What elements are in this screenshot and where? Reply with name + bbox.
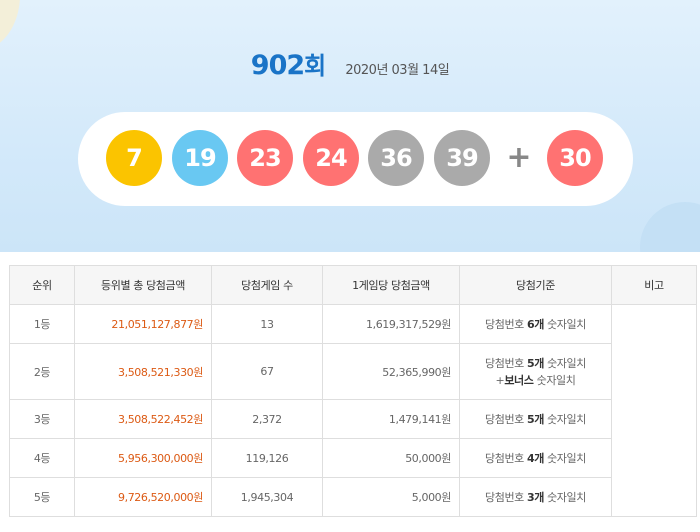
table-row: 1등 21,051,127,877원 13 1,619,317,529원 당첨번… — [9, 304, 697, 517]
table-header-row: 순위 등위별 총 당첨금액 당첨게임 수 1게임당 당첨금액 당첨기준 비고 — [9, 265, 697, 305]
prize-table: 순위 등위별 총 당첨금액 당첨게임 수 1게임당 당첨금액 당첨기준 비고 1… — [9, 265, 697, 517]
per-game-prize-cell: 5,000원 — [322, 477, 460, 517]
column-header: 순위 — [9, 265, 75, 305]
column-header: 비고 — [611, 265, 697, 305]
winners-cell: 1,945,304 — [211, 477, 323, 517]
rank-cell: 1등 — [9, 304, 75, 344]
total-prize-cell: 5,956,300,000원 — [74, 438, 212, 478]
winning-ball: 19 — [172, 130, 228, 186]
rank-cell: 3등 — [9, 399, 75, 439]
total-prize-cell: 21,051,127,877원 — [74, 304, 212, 344]
criteria-cell: 당첨번호 3개 숫자일치 — [459, 477, 612, 517]
per-game-prize-cell: 1,479,141원 — [322, 399, 460, 439]
bonus-ball: 30 — [547, 130, 603, 186]
column-header: 당첨게임 수 — [211, 265, 323, 305]
total-prize-cell: 3,508,522,452원 — [74, 399, 212, 439]
per-game-prize-cell: 50,000원 — [322, 438, 460, 478]
round-suffix: 회 — [304, 52, 327, 80]
table-row: 5등 9,726,520,000원 1,945,304 5,000원 당첨번호 … — [9, 477, 697, 517]
round-number: 902 — [250, 50, 305, 81]
per-game-prize-cell: 52,365,990원 — [322, 343, 460, 400]
draw-date: 2020년 03월 14일 — [345, 63, 450, 78]
table-row: 2등 3,508,521,330원 67 52,365,990원 당첨번호 5개… — [9, 343, 697, 400]
per-game-prize-cell: 1,619,317,529원 — [322, 304, 460, 344]
column-header: 등위별 총 당첨금액 — [74, 265, 212, 305]
draw-title: 902회 2020년 03월 14일 — [0, 46, 700, 81]
rank-cell: 2등 — [9, 343, 75, 400]
total-prize-cell: 9,726,520,000원 — [74, 477, 212, 517]
winning-ball: 39 — [434, 130, 490, 186]
winning-ball: 36 — [368, 130, 424, 186]
criteria-cell: 당첨번호 5개 숫자일치 — [459, 399, 612, 439]
winning-ball: 24 — [303, 130, 359, 186]
plus-icon: + — [506, 140, 532, 175]
winners-cell: 2,372 — [211, 399, 323, 439]
rank-cell: 4등 — [9, 438, 75, 478]
column-header: 당첨기준 — [459, 265, 612, 305]
winning-ball: 7 — [106, 130, 162, 186]
column-header: 1게임당 당첨금액 — [322, 265, 460, 305]
table-row: 3등 3,508,522,452원 2,372 1,479,141원 당첨번호 … — [9, 399, 697, 439]
draw-result-header: 902회 2020년 03월 14일 7 19 23 24 36 39 + 30 — [0, 0, 700, 252]
winning-ball: 23 — [237, 130, 293, 186]
winning-numbers-panel: 7 19 23 24 36 39 + 30 — [78, 112, 633, 206]
note-cell — [611, 304, 697, 517]
criteria-cell: 당첨번호 5개 숫자일치 +보너스 숫자일치 — [459, 343, 612, 400]
total-prize-cell: 3,508,521,330원 — [74, 343, 212, 400]
rank-cell: 5등 — [9, 477, 75, 517]
criteria-cell: 당첨번호 6개 숫자일치 — [459, 304, 612, 344]
winners-cell: 67 — [211, 343, 323, 400]
decorative-circle — [0, 0, 20, 50]
table-row: 4등 5,956,300,000원 119,126 50,000원 당첨번호 4… — [9, 438, 697, 478]
winners-cell: 13 — [211, 304, 323, 344]
decorative-circle — [640, 202, 700, 252]
criteria-cell: 당첨번호 4개 숫자일치 — [459, 438, 612, 478]
winners-cell: 119,126 — [211, 438, 323, 478]
